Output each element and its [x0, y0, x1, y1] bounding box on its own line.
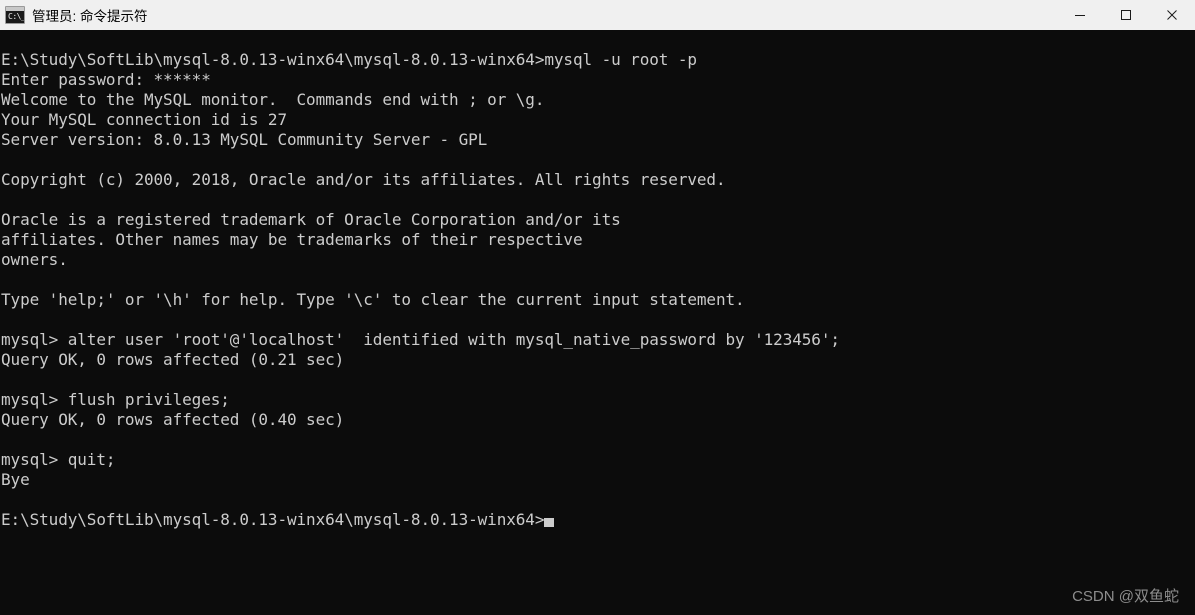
text-cursor — [544, 518, 555, 527]
console-line: Query OK, 0 rows affected (0.21 sec) — [1, 350, 1195, 370]
console-line-text: Copyright (c) 2000, 2018, Oracle and/or … — [1, 170, 726, 189]
console-line: mysql> alter user 'root'@'localhost' ide… — [1, 330, 1195, 350]
title-bar[interactable]: C:\_ 管理员: 命令提示符 — [0, 0, 1195, 30]
console-line: mysql> flush privileges; — [1, 390, 1195, 410]
cmd-icon-glyph: C:\_ — [8, 12, 25, 21]
window-title: 管理员: 命令提示符 — [32, 9, 148, 24]
console-line: Your MySQL connection id is 27 — [1, 110, 1195, 130]
console-line-text: mysql> quit; — [1, 450, 116, 469]
console-line-text: Query OK, 0 rows affected (0.40 sec) — [1, 410, 345, 429]
console-line: mysql> quit; — [1, 450, 1195, 470]
console-line-text: Server version: 8.0.13 MySQL Community S… — [1, 130, 488, 149]
console-line: Bye — [1, 470, 1195, 490]
console-line-text: mysql> flush privileges; — [1, 390, 230, 409]
cmd-console-icon: C:\_ — [5, 6, 25, 24]
console-line-text: E:\Study\SoftLib\mysql-8.0.13-winx64\mys… — [1, 510, 545, 529]
console-line: Enter password: ****** — [1, 70, 1195, 90]
console-line-text: owners. — [1, 250, 68, 269]
terminal-output-area[interactable]: E:\Study\SoftLib\mysql-8.0.13-winx64\mys… — [0, 30, 1195, 615]
console-line: affiliates. Other names may be trademark… — [1, 230, 1195, 250]
console-line: Query OK, 0 rows affected (0.40 sec) — [1, 410, 1195, 430]
close-icon — [1167, 10, 1177, 20]
console-line: Server version: 8.0.13 MySQL Community S… — [1, 130, 1195, 150]
maximize-button[interactable] — [1103, 0, 1149, 30]
console-line-text: affiliates. Other names may be trademark… — [1, 230, 583, 249]
console-line: E:\Study\SoftLib\mysql-8.0.13-winx64\mys… — [1, 510, 1195, 530]
console-line-text: E:\Study\SoftLib\mysql-8.0.13-winx64\mys… — [1, 50, 697, 69]
console-line-text: Bye — [1, 470, 30, 489]
console-line: Welcome to the MySQL monitor. Commands e… — [1, 90, 1195, 110]
console-text: E:\Study\SoftLib\mysql-8.0.13-winx64\mys… — [1, 33, 1195, 530]
window-controls — [1057, 0, 1195, 30]
console-line: Oracle is a registered trademark of Orac… — [1, 210, 1195, 230]
minimize-button[interactable] — [1057, 0, 1103, 30]
console-line: Type 'help;' or '\h' for help. Type '\c'… — [1, 290, 1195, 310]
title-bar-left: C:\_ 管理员: 命令提示符 — [0, 5, 1057, 25]
console-line: E:\Study\SoftLib\mysql-8.0.13-winx64\mys… — [1, 50, 1195, 70]
csdn-watermark: CSDN @双鱼蛇 — [1072, 588, 1179, 605]
console-line: Copyright (c) 2000, 2018, Oracle and/or … — [1, 170, 1195, 190]
command-prompt-window: C:\_ 管理员: 命令提示符 E:\Study\SoftLib\mysql-8… — [0, 0, 1195, 615]
close-button[interactable] — [1149, 0, 1195, 30]
console-line-text: Oracle is a registered trademark of Orac… — [1, 210, 621, 229]
console-line-text: Query OK, 0 rows affected (0.21 sec) — [1, 350, 345, 369]
console-line-text: Your MySQL connection id is 27 — [1, 110, 287, 129]
console-line: owners. — [1, 250, 1195, 270]
console-line-text: Enter password: ****** — [1, 70, 211, 89]
minimize-icon — [1075, 15, 1085, 16]
maximize-icon — [1121, 10, 1131, 20]
console-line-text: Welcome to the MySQL monitor. Commands e… — [1, 90, 545, 109]
console-line-text: Type 'help;' or '\h' for help. Type '\c'… — [1, 290, 745, 309]
console-line-text: mysql> alter user 'root'@'localhost' ide… — [1, 330, 840, 349]
